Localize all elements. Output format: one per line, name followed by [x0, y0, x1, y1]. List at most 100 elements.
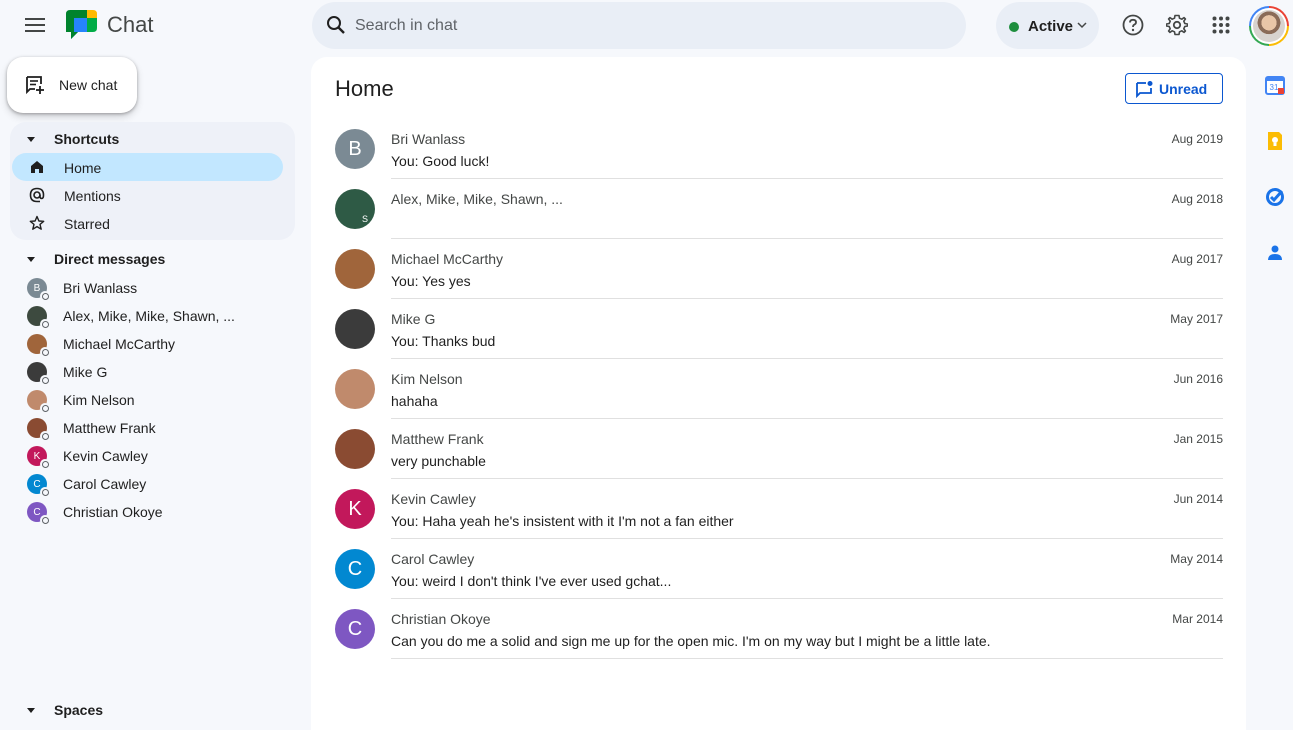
app-title: Chat — [107, 12, 154, 37]
sidebar-dm-item[interactable]: Alex, Mike, Mike, Shawn, ... — [12, 301, 283, 329]
conversation-row[interactable]: Mike G You: Thanks bud May 2017 — [335, 297, 1223, 359]
sidebar-dm-item[interactable]: Matthew Frank — [12, 413, 283, 441]
conversation-name: Kevin Cawley — [391, 491, 476, 507]
apps-button[interactable] — [1201, 5, 1241, 45]
avatar — [27, 306, 50, 329]
contacts-icon[interactable] — [1265, 243, 1285, 263]
sidebar-dm-label: Bri Wanlass — [63, 280, 138, 296]
sidebar-dm-item[interactable]: C Carol Cawley — [12, 469, 283, 497]
avatar-initial: C — [347, 557, 363, 580]
sidebar-dm-item[interactable]: Michael McCarthy — [12, 329, 283, 357]
sidebar-dm-item[interactable]: B Bri Wanlass — [12, 273, 283, 301]
settings-button[interactable] — [1157, 5, 1197, 45]
search-icon[interactable] — [326, 15, 346, 35]
avatar-initial: B — [348, 137, 362, 160]
chevron-down-icon — [1077, 22, 1087, 29]
help-button[interactable] — [1113, 5, 1153, 45]
sidebar-dm-item[interactable]: K Kevin Cawley — [12, 441, 283, 469]
avatar-initial: K — [33, 450, 41, 462]
conversation-snippet: You: weird I don't think I've ever used … — [391, 573, 672, 589]
conversation-date: Jan 2015 — [1173, 432, 1223, 446]
at-icon — [29, 187, 45, 203]
conversation-snippet: You: Thanks bud — [391, 333, 496, 349]
home-icon — [31, 161, 43, 173]
search-input[interactable] — [355, 2, 945, 49]
presence-icon — [40, 515, 50, 525]
calendar-day-label: 31 — [1270, 83, 1279, 92]
page-title: Home — [335, 76, 394, 101]
avatar: C — [335, 609, 375, 649]
conversation-name: Matthew Frank — [391, 431, 484, 447]
account-avatar[interactable] — [1249, 6, 1289, 46]
avatar — [335, 309, 375, 349]
profile-photo — [1253, 10, 1285, 42]
shortcuts-header[interactable]: Shortcuts — [26, 127, 119, 151]
conversation-date: May 2014 — [1170, 552, 1223, 566]
sidebar-item-mentions[interactable]: Mentions — [12, 181, 283, 209]
avatar-initial: C — [33, 478, 41, 490]
keep-icon[interactable] — [1265, 131, 1285, 151]
avatar — [27, 390, 50, 413]
conversation-date: May 2017 — [1170, 312, 1223, 326]
avatar — [27, 418, 50, 441]
sidebar-item-starred[interactable]: Starred — [12, 209, 283, 237]
avatar-initial: S — [361, 214, 368, 224]
sidebar-item-home[interactable]: Home — [12, 153, 283, 181]
conversation-row[interactable]: C Christian Okoye Can you do me a solid an… — [335, 597, 1223, 659]
conversation-row[interactable]: K Kevin Cawley You: Haha yeah he's insiste… — [335, 477, 1223, 539]
shortcuts-label: Shortcuts — [54, 131, 120, 147]
search-bar[interactable] — [312, 2, 966, 49]
presence-icon — [40, 291, 50, 301]
avatar — [335, 369, 375, 409]
conversation-row[interactable]: B Bri Wanlass You: Good luck! Aug 2019 — [335, 117, 1223, 179]
direct-messages-label: Direct messages — [54, 251, 166, 267]
caret-down-icon — [27, 137, 35, 142]
sidebar-dm-item[interactable]: C Christian Okoye — [12, 497, 283, 525]
main-menu-button[interactable] — [15, 5, 55, 45]
avatar — [335, 429, 375, 469]
conversation-date: Mar 2014 — [1172, 612, 1223, 626]
main-panel: Home Unread B Bri Wanlass You: Good luck! A… — [311, 57, 1246, 730]
sidebar-item-label: Mentions — [64, 188, 121, 204]
conversation-row[interactable]: Matthew Frank very punchable Jan 2015 — [335, 417, 1223, 479]
help-icon — [1122, 14, 1144, 36]
status-dropdown[interactable]: Active — [996, 2, 1099, 49]
sidebar-dm-item[interactable]: Kim Nelson — [12, 385, 283, 413]
star-icon — [29, 215, 45, 230]
sidebar-item-label: Starred — [64, 216, 110, 232]
conversation-row[interactable]: Michael McCarthy You: Yes yes Aug 2017 — [335, 237, 1223, 299]
gear-icon — [1166, 14, 1188, 36]
status-label: Active — [1028, 18, 1074, 35]
direct-messages-header[interactable]: Direct messages — [26, 247, 165, 271]
conversation-row[interactable]: C Carol Cawley You: weird I don't think I'… — [335, 537, 1223, 599]
avatar: C — [335, 549, 375, 589]
calendar-icon[interactable]: 31 — [1265, 75, 1285, 95]
caret-down-icon — [27, 257, 35, 262]
new-chat-icon — [26, 76, 44, 95]
conversation-row[interactable]: Kim Nelson hahaha Jun 2016 — [335, 357, 1223, 419]
sidebar-dm-label: Carol Cawley — [63, 476, 147, 492]
sidebar-dm-label: Kevin Cawley — [63, 448, 148, 464]
avatar: B — [27, 278, 50, 301]
avatar — [335, 249, 375, 289]
chat-logo-icon[interactable] — [66, 10, 97, 40]
conversation-name: Alex, Mike, Mike, Shawn, ... — [391, 191, 563, 207]
spaces-header[interactable]: Spaces — [26, 698, 103, 722]
new-chat-button[interactable]: New chat — [7, 57, 137, 113]
sidebar-dm-item[interactable]: Mike G — [12, 357, 283, 385]
tasks-icon[interactable] — [1265, 187, 1285, 207]
conversation-name: Mike G — [391, 311, 436, 327]
avatar-initial: B — [33, 282, 41, 294]
avatar-initial: C — [33, 506, 41, 518]
top-bar: Chat Active — [0, 0, 1293, 52]
status-dot-icon — [1009, 22, 1019, 32]
unread-filter-button[interactable]: Unread — [1125, 73, 1223, 104]
conversation-row[interactable]: S Alex, Mike, Mike, Shawn, ... Aug 2018 — [335, 177, 1223, 239]
avatar-initial: K — [348, 497, 362, 520]
avatar-initial: C — [347, 617, 363, 640]
sidebar-dm-label: Matthew Frank — [63, 420, 156, 436]
conversation-name: Christian Okoye — [391, 611, 491, 627]
hamburger-icon — [25, 18, 45, 32]
presence-icon — [40, 431, 50, 441]
conversation-date: Aug 2017 — [1171, 252, 1223, 266]
